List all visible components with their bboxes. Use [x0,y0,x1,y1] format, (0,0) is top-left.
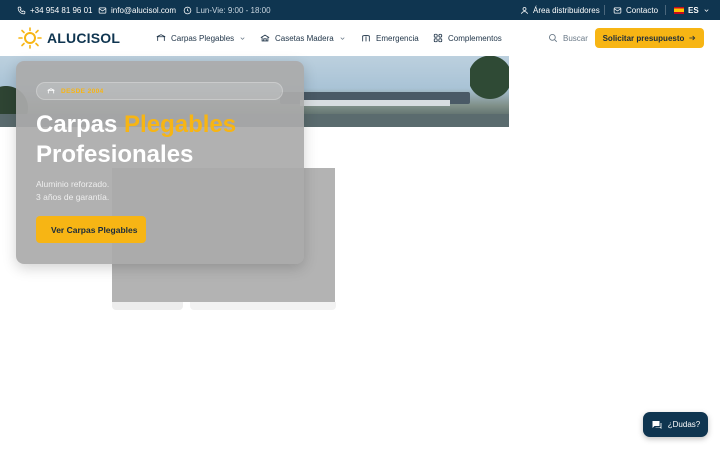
hero-card: DESDE 2004 Carpas Plegables Profesionale… [16,61,304,264]
user-icon [521,6,528,14]
request-quote-label: Solicitar presupuesto [602,33,685,43]
divider [604,5,605,15]
search-label: Buscar [563,33,588,43]
canopy-icon [156,34,166,41]
card-placeholder [112,302,183,310]
hero-desc-line2: 3 años de garantía. [36,192,110,202]
chat-button[interactable]: ¿Dudas? [643,412,708,437]
divider [665,5,666,15]
distributors-link[interactable]: Área distribuidores [520,0,600,20]
email-text: info@alucisol.com [111,5,177,15]
main-nav: ALUCISOL Carpas Plegables Casetas Madera… [0,20,720,56]
nav-item-emergencia[interactable]: Emergencia [361,20,419,56]
hero-title: Carpas Plegables [36,111,236,139]
top-bar: +34 954 81 96 01 info@alucisol.com Lun-V… [0,0,720,20]
clock-icon [183,6,192,14]
email-link[interactable]: info@alucisol.com [98,0,176,20]
canopy-shape [300,100,450,106]
palm-shape [470,56,509,127]
language-text: ES [688,5,699,15]
distributors-text: Área distribuidores [533,5,600,15]
nav-item-label: Complementos [448,33,502,43]
nav-item-casetas-madera[interactable]: Casetas Madera [260,20,346,56]
view-carpas-label: Ver Carpas Plegables [51,224,138,235]
hours-text: Lun-Vie: 9:00 - 18:00 [196,5,271,15]
logo[interactable]: ALUCISOL [17,26,120,50]
search-icon [549,34,558,43]
since-badge-text: DESDE 2004 [61,87,104,95]
card-placeholder [190,302,336,310]
mail-icon [613,7,622,13]
contact-link[interactable]: Contacto [613,0,658,20]
hero-title-white: Carpas [36,111,118,138]
hero-desc-line1: Aluminio reforzado. [36,179,110,189]
since-badge: DESDE 2004 [36,82,283,100]
nav-item-label: Emergencia [376,33,419,43]
nav-item-carpas-plegables[interactable]: Carpas Plegables [156,20,246,56]
grid-icon [433,33,443,43]
contact-text: Contacto [626,5,659,15]
arrow-right-icon [689,35,696,41]
spain-flag-icon [674,6,684,14]
phone-text: +34 954 81 96 01 [30,5,93,15]
request-quote-button[interactable]: Solicitar presupuesto [595,28,704,48]
chevron-down-icon [704,8,709,12]
view-carpas-button[interactable]: Ver Carpas Plegables [36,216,146,243]
phone-icon [17,6,26,14]
hours-info: Lun-Vie: 9:00 - 18:00 [183,0,271,20]
chevron-down-icon [240,36,245,40]
search-button[interactable]: Buscar [548,20,588,56]
chat-icon [652,420,662,429]
phone-link[interactable]: +34 954 81 96 01 [17,0,93,20]
tent-icon [361,34,371,42]
nav-item-label: Carpas Plegables [171,33,235,43]
hero-title-accent: Plegables [124,111,237,138]
nav-item-label: Casetas Madera [275,33,334,43]
canopy-icon [47,88,55,94]
logo-text: ALUCISOL [47,30,121,46]
sun-logo-icon [18,27,42,49]
nav-item-complementos[interactable]: Complementos [433,20,502,56]
mail-icon [98,7,107,13]
chevron-down-icon [340,36,345,40]
hut-icon [260,34,270,42]
language-selector[interactable]: ES [674,0,710,20]
chat-label: ¿Dudas? [667,420,701,429]
hero-title-line2: Profesionales [36,141,194,168]
